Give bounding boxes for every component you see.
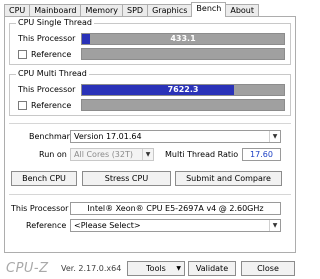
single-thread-score: 433.1 — [170, 34, 196, 43]
chevron-down-icon: ▼ — [269, 131, 280, 142]
bench-cpu-button[interactable]: Bench CPU — [11, 171, 77, 186]
reference-select[interactable]: <Please Select> ▼ — [70, 219, 281, 232]
single-thread-title: CPU Single Thread — [16, 18, 94, 28]
multi-reference-bar — [81, 99, 285, 111]
chevron-down-icon: ▼ — [269, 220, 280, 231]
tab-bench[interactable]: Bench — [191, 2, 227, 17]
ratio-label: Multi Thread Ratio — [165, 150, 239, 159]
ratio-value: 17.60 — [242, 148, 281, 161]
single-this-label: This Processor — [18, 34, 76, 43]
separator — [9, 123, 291, 124]
version-label: Ver. 2.17.0.x64 — [61, 264, 122, 273]
single-reference-checkbox[interactable] — [18, 50, 27, 59]
single-reference-label: Reference — [31, 50, 72, 59]
separator — [9, 194, 291, 195]
multi-this-label: This Processor — [18, 85, 76, 94]
submit-compare-button[interactable]: Submit and Compare — [175, 171, 282, 186]
benchmark-value: Version 17.01.64 — [74, 132, 142, 141]
single-thread-group: CPU Single Thread This Processor 433.1 R… — [9, 18, 291, 65]
validate-button[interactable]: Validate — [188, 261, 236, 276]
bench-panel: CPU Single Thread This Processor 433.1 R… — [4, 16, 296, 253]
benchmark-label: Benchmark — [29, 132, 75, 141]
single-reference-bar — [81, 48, 285, 60]
run-on-label: Run on — [39, 150, 67, 159]
cpuz-window: CPU Mainboard Memory SPD Graphics Bench … — [0, 0, 300, 279]
reference-value: <Please Select> — [74, 221, 141, 230]
stress-cpu-button[interactable]: Stress CPU — [82, 171, 171, 186]
footer-bar: CPU-Z Ver. 2.17.0.x64 Tools ▼ Validate C… — [0, 255, 300, 279]
multi-reference-label: Reference — [31, 101, 72, 110]
multi-thread-score: 7622.3 — [167, 85, 199, 94]
tools-label: Tools — [146, 264, 166, 273]
reference-label: Reference — [26, 221, 67, 230]
benchmark-select[interactable]: Version 17.01.64 ▼ — [70, 130, 281, 143]
tab-strip: CPU Mainboard Memory SPD Graphics Bench … — [4, 2, 260, 17]
chevron-down-icon: ▼ — [176, 265, 181, 272]
multi-thread-title: CPU Multi Thread — [16, 69, 89, 79]
processor-name: Intel® Xeon® CPU E5-2697A v4 @ 2.60GHz — [70, 202, 281, 215]
processor-label: This Processor — [11, 204, 69, 213]
chevron-down-icon: ▼ — [142, 149, 153, 160]
multi-reference-checkbox[interactable] — [18, 101, 27, 110]
multi-thread-bar: 7622.3 — [81, 84, 285, 96]
close-button[interactable]: Close — [241, 261, 295, 276]
single-thread-bar: 433.1 — [81, 33, 285, 45]
tools-button[interactable]: Tools ▼ — [127, 261, 185, 276]
run-on-select[interactable]: All Cores (32T) ▼ — [70, 148, 154, 161]
multi-thread-group: CPU Multi Thread This Processor 7622.3 R… — [9, 69, 291, 116]
run-on-value: All Cores (32T) — [74, 150, 133, 159]
cpuz-logo: CPU-Z — [6, 261, 49, 276]
